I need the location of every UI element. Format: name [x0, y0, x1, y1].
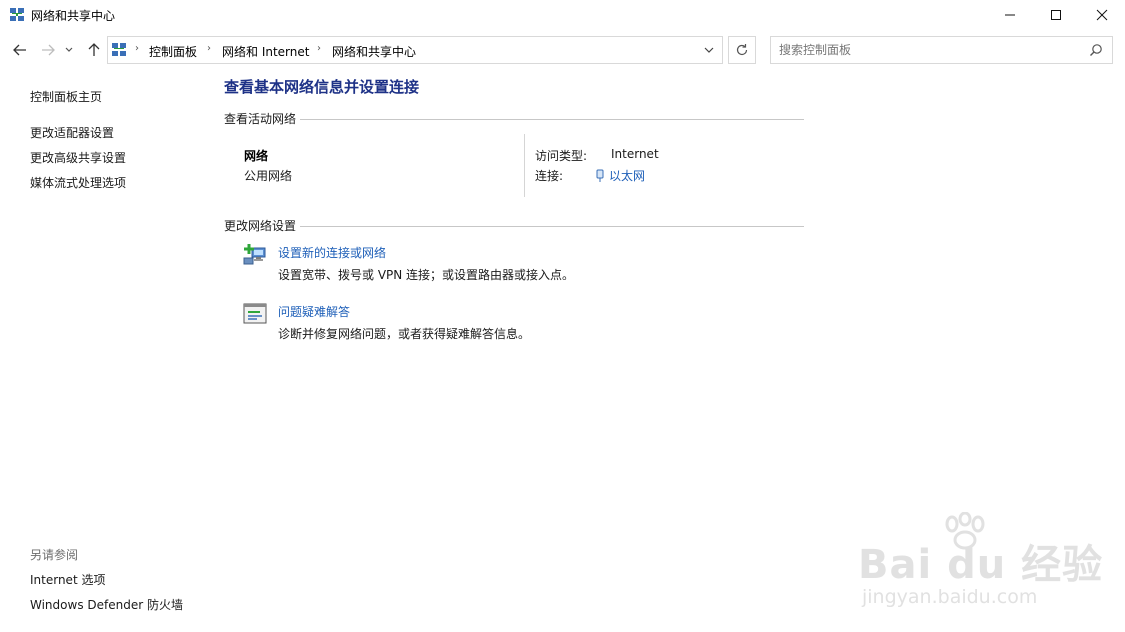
- watermark-url: jingyan.baidu.com: [862, 586, 1038, 608]
- chevron-down-icon: [65, 47, 73, 52]
- search-icon[interactable]: [1089, 43, 1103, 57]
- access-type-value: Internet: [611, 147, 659, 161]
- breadcrumb-network-sharing-center[interactable]: 网络和共享中心: [332, 43, 416, 60]
- troubleshoot-link[interactable]: 问题疑难解答: [278, 303, 350, 320]
- network-center-icon: [10, 8, 24, 21]
- arrow-left-icon: [13, 44, 26, 56]
- up-button[interactable]: [83, 38, 105, 62]
- chevron-down-icon: [704, 47, 714, 53]
- close-button[interactable]: [1079, 0, 1125, 30]
- search-box[interactable]: [770, 36, 1113, 64]
- title-bar: 网络和共享中心: [0, 0, 1125, 30]
- nav-change-advanced-sharing[interactable]: 更改高级共享设置: [30, 149, 126, 166]
- ethernet-connection-link[interactable]: 以太网: [595, 167, 645, 184]
- maximize-icon: [1051, 10, 1061, 20]
- see-also-defender-firewall[interactable]: Windows Defender 防火墙: [30, 596, 183, 613]
- breadcrumb-network-internet[interactable]: 网络和 Internet: [222, 43, 309, 60]
- ethernet-label: 以太网: [609, 169, 646, 183]
- breadcrumb-control-panel[interactable]: 控制面板: [149, 43, 197, 60]
- breadcrumb-separator[interactable]: ›: [135, 43, 139, 54]
- nav-change-adapter-settings[interactable]: 更改适配器设置: [30, 124, 114, 141]
- setup-new-connection-link[interactable]: 设置新的连接或网络: [278, 244, 386, 261]
- forward-button[interactable]: [37, 38, 59, 62]
- active-networks-title: 查看活动网络: [224, 110, 301, 127]
- section-divider: [224, 119, 804, 120]
- close-icon: [1096, 9, 1108, 21]
- network-profile: 公用网络: [244, 169, 293, 183]
- troubleshoot-icon[interactable]: [243, 302, 267, 326]
- nav-media-streaming[interactable]: 媒体流式处理选项: [30, 174, 126, 191]
- refresh-button[interactable]: [728, 36, 756, 64]
- change-settings-section: 更改网络设置: [224, 217, 804, 235]
- nav-control-panel-home[interactable]: 控制面板主页: [30, 88, 102, 105]
- section-divider: [224, 226, 804, 227]
- baidu-jingyan-watermark: Bai du 经验 jingyan.baidu.com: [858, 512, 1102, 627]
- address-dropdown-button[interactable]: [700, 42, 718, 58]
- arrow-right-icon: [42, 44, 55, 56]
- setup-new-connection-desc: 设置宽带、拨号或 VPN 连接；或设置路由器或接入点。: [278, 268, 575, 282]
- see-also-internet-options[interactable]: Internet 选项: [30, 571, 105, 588]
- minimize-icon: [1005, 14, 1015, 16]
- window-title: 网络和共享中心: [31, 9, 116, 23]
- access-type-label: 访问类型:: [535, 149, 588, 163]
- watermark-brand: Bai du 经验: [858, 542, 1104, 588]
- back-button[interactable]: [9, 38, 31, 62]
- minimize-button[interactable]: [987, 0, 1033, 30]
- ethernet-icon: [596, 169, 604, 182]
- address-bar[interactable]: › 控制面板 › 网络和 Internet › 网络和共享中心: [107, 36, 723, 64]
- refresh-icon: [736, 44, 748, 56]
- search-input[interactable]: [779, 42, 1079, 58]
- network-name: 网络: [244, 149, 269, 163]
- arrow-up-icon: [88, 43, 100, 56]
- recent-locations-button[interactable]: [62, 38, 76, 62]
- network-center-icon: [112, 43, 126, 56]
- new-connection-icon[interactable]: [243, 242, 267, 266]
- breadcrumb-separator[interactable]: ›: [317, 43, 321, 54]
- change-settings-title: 更改网络设置: [224, 217, 301, 234]
- active-networks-section: 查看活动网络: [224, 110, 804, 128]
- troubleshoot-desc: 诊断并修复网络问题，或者获得疑难解答信息。: [278, 327, 531, 341]
- maximize-button[interactable]: [1033, 0, 1079, 30]
- breadcrumb-separator[interactable]: ›: [207, 43, 211, 54]
- connection-label: 连接:: [535, 169, 564, 183]
- see-also-title: 另请参阅: [30, 548, 79, 562]
- network-divider: [524, 134, 525, 197]
- page-title: 查看基本网络信息并设置连接: [224, 78, 420, 96]
